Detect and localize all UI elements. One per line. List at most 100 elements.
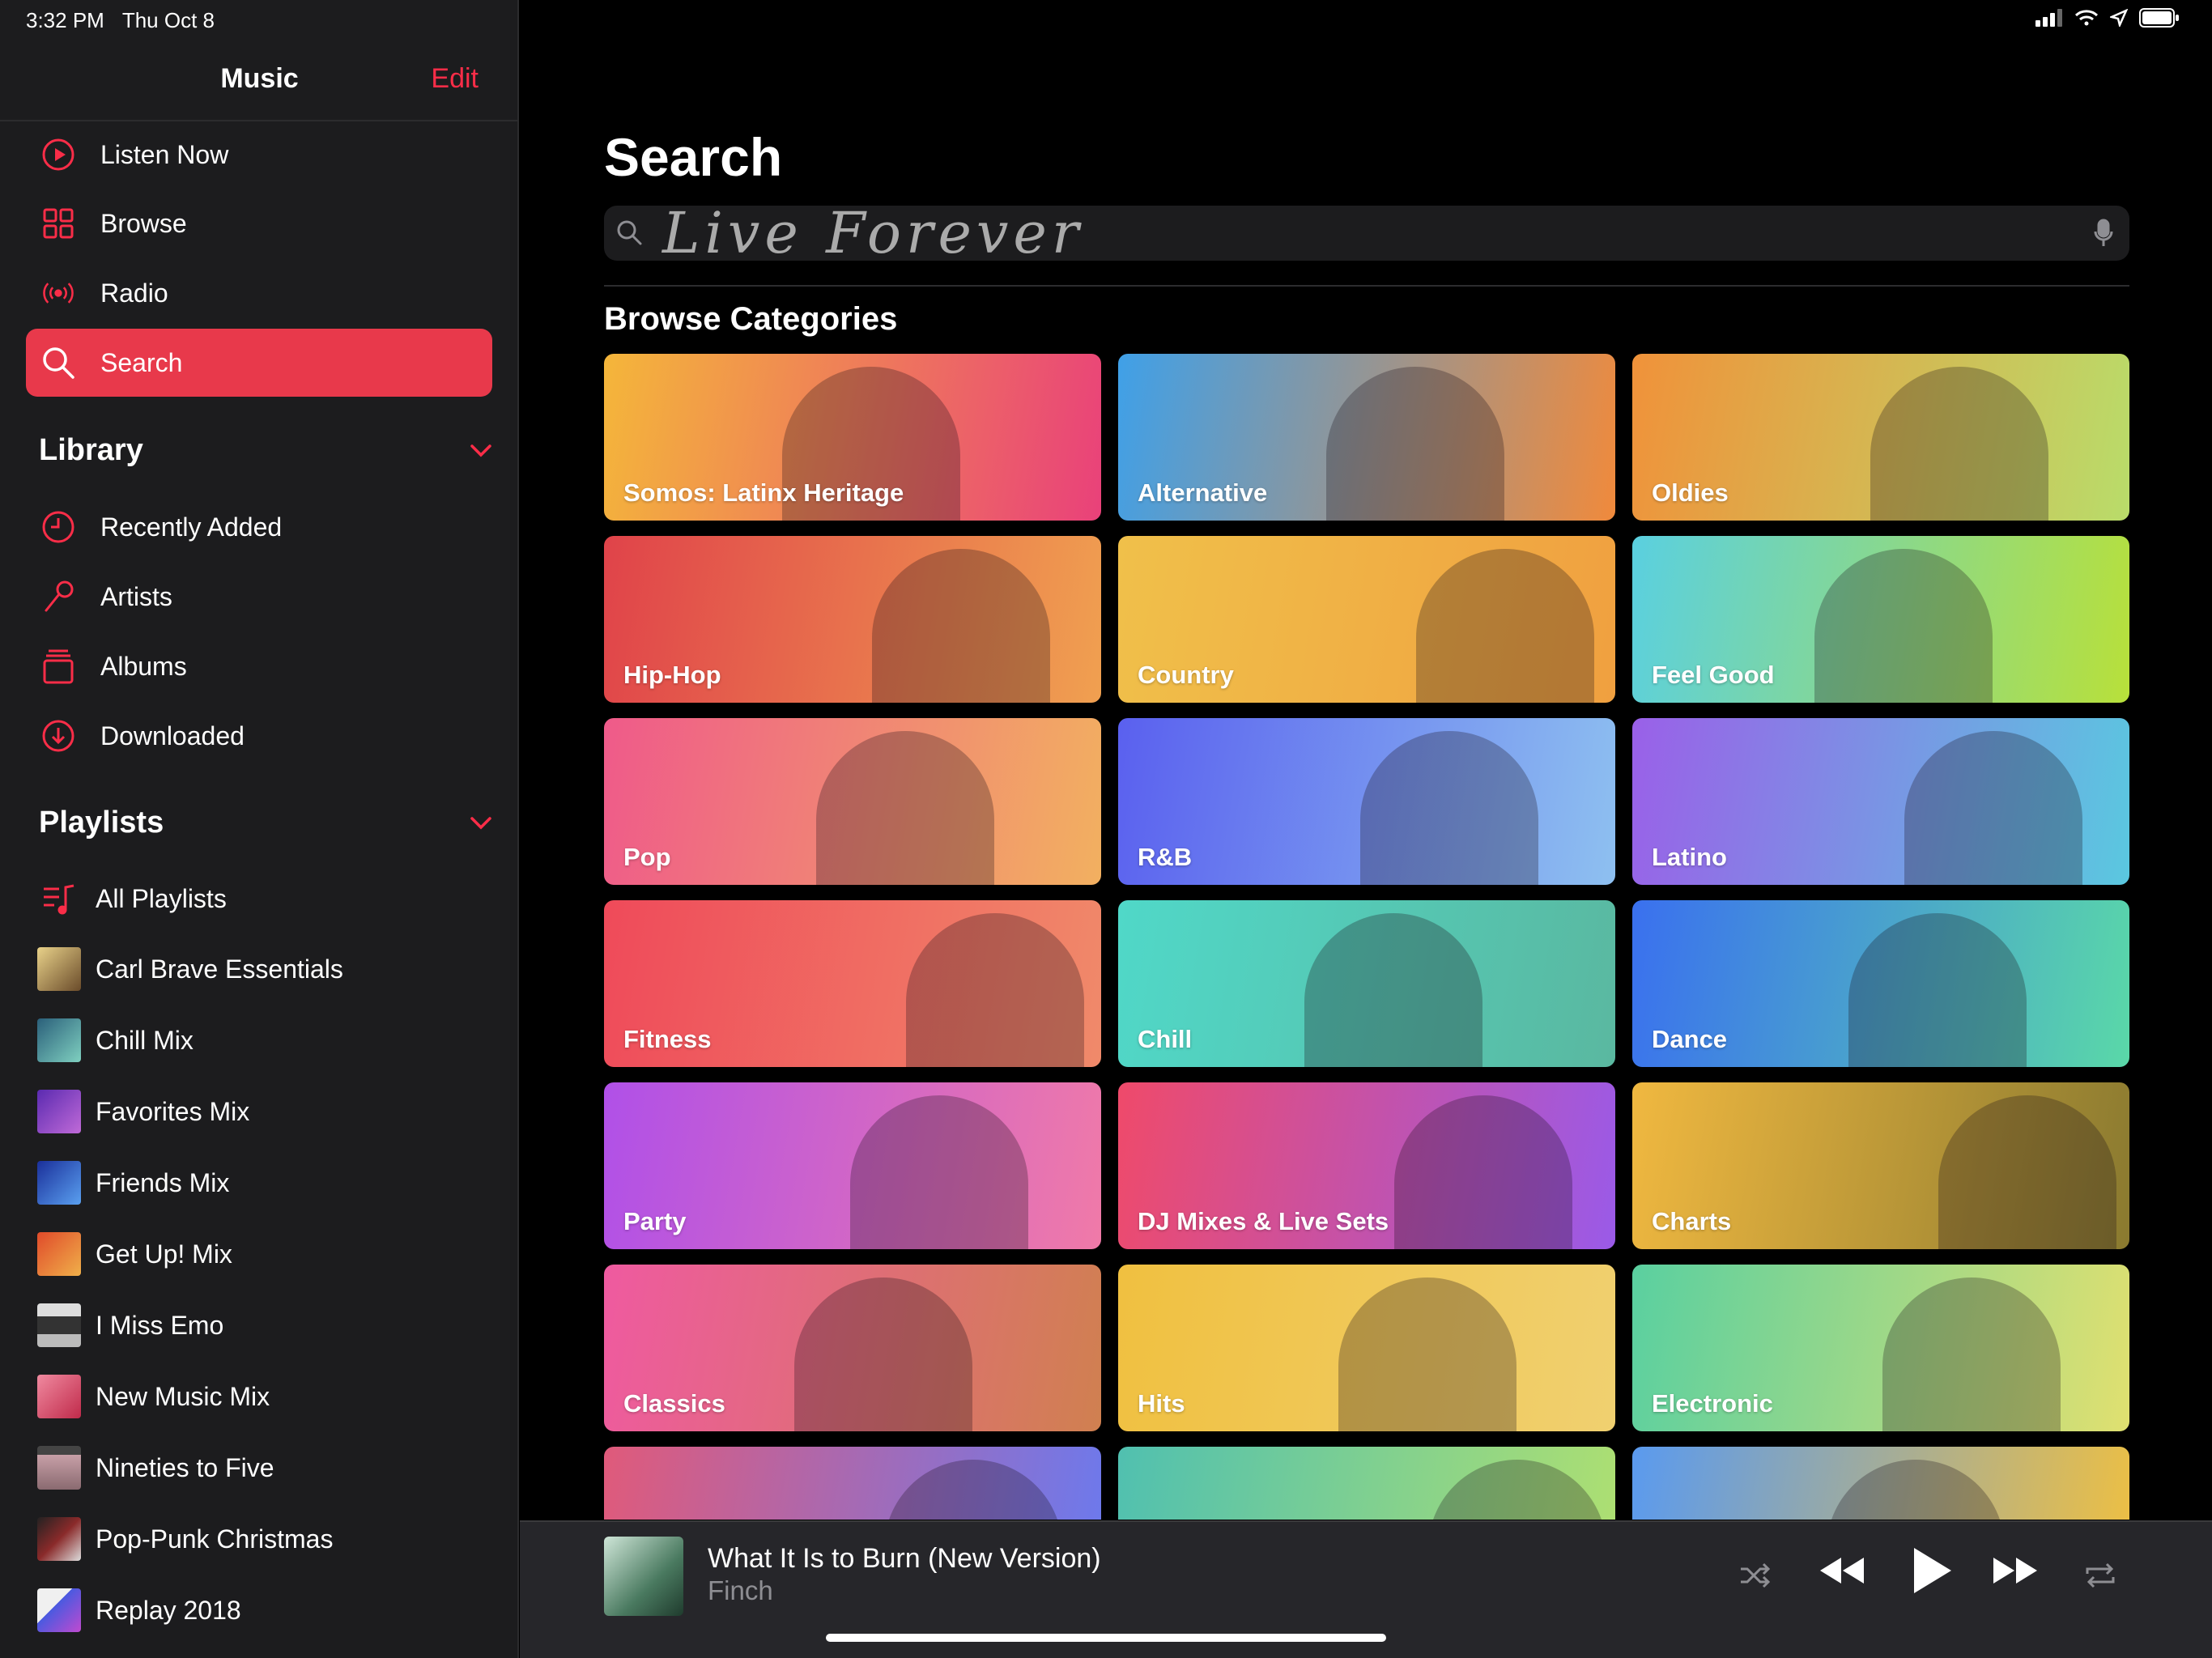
category-tile[interactable]: [1118, 1447, 1615, 1520]
playlist-item[interactable]: Pop-Punk Christmas: [37, 1515, 491, 1563]
chevron-down-icon[interactable]: [470, 437, 492, 465]
repeat-icon[interactable]: [2084, 1561, 2116, 1590]
library-title: Library: [39, 433, 143, 467]
shuffle-icon[interactable]: [1739, 1562, 1772, 1588]
category-tile[interactable]: R&B: [1118, 718, 1615, 885]
category-label: Hip-Hop: [623, 661, 721, 689]
category-tile[interactable]: Classics: [604, 1265, 1101, 1431]
search-bar[interactable]: Live Forever: [604, 205, 2129, 261]
playlist-item[interactable]: I Miss Emo: [37, 1301, 491, 1350]
category-artwork: [1904, 731, 2082, 885]
sidebar-item-label: Browse: [100, 208, 187, 238]
sidebar-item-radio[interactable]: Radio: [26, 259, 492, 327]
sidebar-item-label: Albums: [100, 651, 187, 681]
battery-icon: [2139, 8, 2180, 32]
playlist-label: Pop-Punk Christmas: [96, 1524, 334, 1554]
sidebar-item-albums[interactable]: Albums: [26, 632, 492, 700]
category-label: Alternative: [1138, 478, 1268, 507]
category-artwork: [1814, 549, 1993, 703]
playlist-artwork: [37, 1232, 81, 1276]
playlist-item[interactable]: Favorites Mix: [37, 1087, 491, 1136]
search-input[interactable]: Live Forever: [662, 205, 1083, 261]
category-tile[interactable]: Alternative: [1118, 354, 1615, 521]
category-artwork: [850, 1095, 1028, 1249]
playlists-section-header[interactable]: Playlists: [39, 806, 492, 840]
rewind-icon[interactable]: [1819, 1554, 1865, 1587]
sidebar-item-browse[interactable]: Browse: [26, 189, 492, 257]
category-artwork: [794, 1278, 972, 1431]
play-circle-icon: [40, 137, 76, 172]
category-tile[interactable]: Pop: [604, 718, 1101, 885]
category-tile[interactable]: Oldies: [1632, 354, 2129, 521]
category-artwork: [872, 549, 1050, 703]
fast-forward-icon[interactable]: [1992, 1554, 2039, 1587]
playlist-icon: [37, 877, 81, 920]
sidebar-item-listen-now[interactable]: Listen Now: [26, 121, 492, 189]
category-tile[interactable]: Latino: [1632, 718, 2129, 885]
category-tile[interactable]: Feel Good: [1632, 536, 2129, 703]
playlist-item[interactable]: Friends Mix: [37, 1158, 491, 1207]
category-tile[interactable]: Chill: [1118, 900, 1615, 1067]
category-tile[interactable]: Country: [1118, 536, 1615, 703]
playlist-artwork: [37, 1375, 81, 1418]
location-icon: [2108, 8, 2129, 31]
clock-icon: [40, 509, 76, 545]
playlist-label: Chill Mix: [96, 1025, 194, 1055]
category-artwork: [1938, 1095, 2116, 1249]
category-tile[interactable]: [1632, 1447, 2129, 1520]
category-label: Country: [1138, 661, 1234, 689]
status-bar-icons: [2035, 8, 2180, 32]
status-bar-time: 3:32 PM Thu Oct 8: [26, 8, 215, 33]
playlist-item[interactable]: Get Up! Mix: [37, 1230, 491, 1278]
playlist-item[interactable]: Chill Mix: [37, 1016, 491, 1065]
category-tile[interactable]: Somos: Latinx Heritage: [604, 354, 1101, 521]
play-icon[interactable]: [1909, 1546, 1955, 1595]
album-stack-icon: [40, 648, 76, 684]
sidebar-item-label: Radio: [100, 278, 168, 308]
now-playing-title[interactable]: What It Is to Burn (New Version): [708, 1543, 1101, 1575]
playlist-label: All Playlists: [96, 883, 227, 913]
playlist-item[interactable]: Replay 2018: [37, 1586, 491, 1635]
chevron-down-icon[interactable]: [470, 810, 492, 837]
sidebar-item-recently-added[interactable]: Recently Added: [26, 493, 492, 561]
microphone-icon[interactable]: [2094, 219, 2113, 252]
status-date: Thu Oct 8: [121, 8, 215, 32]
sidebar-item-search[interactable]: Search: [26, 329, 492, 397]
playlist-label: Carl Brave Essentials: [96, 954, 343, 984]
category-tile[interactable]: Electronic: [1632, 1265, 2129, 1431]
playlist-item[interactable]: New Music Mix: [37, 1372, 491, 1421]
playlist-label: Friends Mix: [96, 1167, 230, 1197]
playlist-item[interactable]: Carl Brave Essentials: [37, 945, 491, 993]
category-tile[interactable]: Charts: [1632, 1082, 2129, 1249]
page-title: Search: [604, 127, 783, 187]
category-tile[interactable]: Dance: [1632, 900, 2129, 1067]
category-tile[interactable]: Fitness: [604, 900, 1101, 1067]
sidebar-item-label: Downloaded: [100, 721, 245, 750]
cellular-signal-icon: [2035, 9, 2063, 31]
category-tile[interactable]: [604, 1447, 1101, 1520]
category-artwork: [1326, 367, 1504, 521]
category-label: Hits: [1138, 1389, 1185, 1418]
category-label: Oldies: [1652, 478, 1729, 507]
category-tile[interactable]: Party: [604, 1082, 1101, 1249]
home-indicator: [826, 1634, 1386, 1642]
library-section-header[interactable]: Library: [39, 433, 492, 468]
sidebar-item-downloaded[interactable]: Downloaded: [26, 702, 492, 770]
category-label: Electronic: [1652, 1389, 1773, 1418]
playlist-label: Replay 2018: [96, 1595, 241, 1625]
category-label: Chill: [1138, 1025, 1193, 1053]
category-tile[interactable]: DJ Mixes & Live Sets: [1118, 1082, 1615, 1249]
playlist-label: Favorites Mix: [96, 1096, 250, 1126]
download-icon: [40, 718, 76, 754]
playlist-item[interactable]: Nineties to Five: [37, 1443, 491, 1492]
category-tile[interactable]: Hip-Hop: [604, 536, 1101, 703]
edit-button[interactable]: Edit: [431, 63, 479, 95]
category-tile[interactable]: Hits: [1118, 1265, 1615, 1431]
now-playing-artwork[interactable]: [604, 1537, 683, 1616]
sidebar-item-label: Search: [100, 347, 183, 377]
sidebar-item-artists[interactable]: Artists: [26, 563, 492, 631]
category-artwork: [884, 1460, 1062, 1520]
wifi-icon: [2074, 9, 2099, 31]
sidebar-item-all-playlists[interactable]: All Playlists: [37, 874, 491, 923]
category-label: Feel Good: [1652, 661, 1775, 689]
